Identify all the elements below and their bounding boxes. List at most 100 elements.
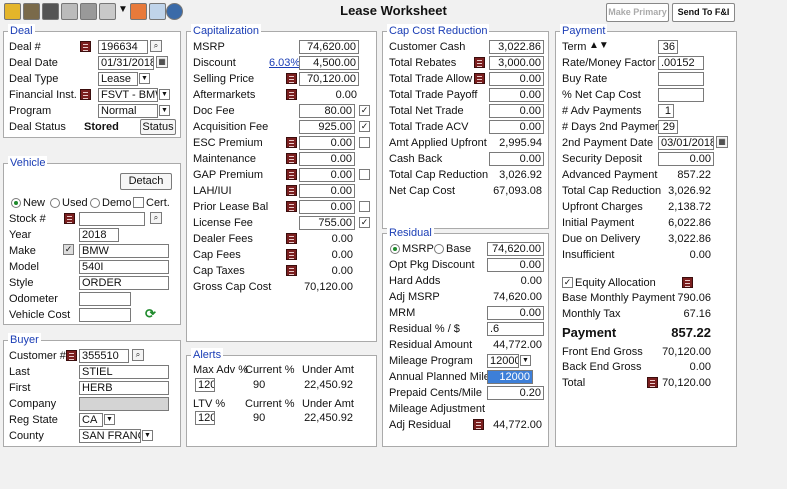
- calculator-icon[interactable]: [474, 57, 485, 68]
- trade-acv-field[interactable]: 0.00: [489, 120, 544, 134]
- calculator-icon[interactable]: [682, 277, 693, 288]
- selling-price-field[interactable]: 70,120.00: [299, 72, 359, 86]
- residual-base-field[interactable]: 74,620.00: [487, 242, 544, 256]
- make-primary-button[interactable]: Make Primary: [606, 3, 669, 22]
- county-select[interactable]: SAN FRANCI: [79, 429, 141, 443]
- license-fee-checkbox[interactable]: ✓: [359, 217, 370, 228]
- customer-cash-field[interactable]: 3,022.86: [489, 40, 544, 54]
- license-fee-field[interactable]: 755.00: [299, 216, 355, 230]
- make-checkbox[interactable]: ✓: [63, 244, 74, 255]
- trade-payoff-field[interactable]: 0.00: [489, 88, 544, 102]
- net-trade-field[interactable]: 0.00: [489, 104, 544, 118]
- chevron-down-icon[interactable]: ▼: [142, 430, 153, 441]
- discount-field[interactable]: 4,500.00: [299, 56, 359, 70]
- detach-button[interactable]: Detach: [120, 173, 172, 190]
- total-rebates-field[interactable]: 3,000.00: [489, 56, 544, 70]
- calculator-icon[interactable]: [286, 249, 297, 260]
- term-field[interactable]: 36: [658, 40, 678, 54]
- new-radio[interactable]: [11, 198, 21, 208]
- fin-inst-select[interactable]: FSVT - BMW: [98, 88, 158, 102]
- 2nd-payment-date-field[interactable]: 03/01/2018: [658, 136, 714, 150]
- demo-radio[interactable]: [90, 198, 100, 208]
- acquisition-fee-field[interactable]: 925.00: [299, 120, 355, 134]
- gap-premium-field[interactable]: 0.00: [299, 168, 355, 182]
- buy-rate-field[interactable]: [658, 72, 704, 86]
- send-to-fi-button[interactable]: Send To F&I: [672, 3, 735, 22]
- calculator-icon[interactable]: [286, 265, 297, 276]
- prior-lease-checkbox[interactable]: [359, 201, 370, 212]
- ltv-max-field[interactable]: 120: [195, 411, 215, 425]
- chevron-down-icon[interactable]: ▼: [104, 414, 115, 425]
- status-button[interactable]: Status: [140, 119, 176, 135]
- deal-date-field[interactable]: 01/31/2018: [98, 56, 154, 70]
- gap-checkbox[interactable]: [359, 169, 370, 180]
- cert-checkbox[interactable]: [133, 197, 144, 208]
- reg-state-select[interactable]: CA: [79, 413, 103, 427]
- annual-miles-field[interactable]: 12000: [487, 370, 533, 384]
- msrp-field[interactable]: 74,620.00: [299, 40, 359, 54]
- company-field[interactable]: [79, 397, 169, 411]
- mileage-program-select[interactable]: 12000: [487, 354, 519, 368]
- base-radio[interactable]: [434, 244, 444, 254]
- esc-premium-field[interactable]: 0.00: [299, 136, 355, 150]
- chevron-down-icon[interactable]: ▼: [520, 355, 531, 366]
- calculator-icon[interactable]: [80, 89, 91, 100]
- pct-net-cap-field[interactable]: [658, 88, 704, 102]
- first-field[interactable]: HERB: [79, 381, 169, 395]
- calculator-icon[interactable]: [286, 137, 297, 148]
- calculator-icon[interactable]: [286, 233, 297, 244]
- calculator-icon[interactable]: [286, 201, 297, 212]
- residual-pct-field[interactable]: .6: [487, 322, 544, 336]
- doc-fee-checkbox[interactable]: ✓: [359, 105, 370, 116]
- calculator-icon[interactable]: [286, 89, 297, 100]
- maintenance-field[interactable]: 0.00: [299, 152, 355, 166]
- calculator-icon[interactable]: [64, 213, 75, 224]
- adv-payments-field[interactable]: 1: [658, 104, 674, 118]
- refresh-icon[interactable]: ⟳: [145, 306, 156, 322]
- trade-allow-field[interactable]: 0.00: [489, 72, 544, 86]
- doc-fee-field[interactable]: 80.00: [299, 104, 355, 118]
- calendar-icon[interactable]: ▦: [156, 56, 168, 68]
- year-field[interactable]: 2018: [79, 228, 119, 242]
- program-select[interactable]: Normal: [98, 104, 158, 118]
- esc-checkbox[interactable]: [359, 137, 370, 148]
- calendar-icon[interactable]: ▦: [716, 136, 728, 148]
- model-field[interactable]: 540I: [79, 260, 169, 274]
- chevron-down-icon[interactable]: ▼: [159, 89, 170, 100]
- calculator-icon[interactable]: [286, 169, 297, 180]
- calculator-icon[interactable]: [286, 73, 297, 84]
- calculator-icon[interactable]: [474, 73, 485, 84]
- prior-lease-bal-field[interactable]: 0.00: [299, 200, 355, 214]
- calculator-icon[interactable]: [286, 185, 297, 196]
- money-factor-field[interactable]: .00152: [658, 56, 704, 70]
- deal-type-select[interactable]: Lease: [98, 72, 138, 86]
- prepaid-cents-field[interactable]: 0.20: [487, 386, 544, 400]
- discount-pct-link[interactable]: 6.03%: [269, 56, 300, 70]
- calculator-icon[interactable]: [80, 41, 91, 52]
- mrm-field[interactable]: 0.00: [487, 306, 544, 320]
- max-adv-field[interactable]: 120: [195, 378, 215, 392]
- equity-allocation-checkbox[interactable]: ✓: [562, 277, 573, 288]
- used-radio[interactable]: [50, 198, 60, 208]
- stock-field[interactable]: [79, 212, 145, 226]
- odometer-field[interactable]: [79, 292, 131, 306]
- customer-field[interactable]: 355510: [79, 349, 129, 363]
- security-deposit-field[interactable]: 0.00: [658, 152, 714, 166]
- chevron-down-icon[interactable]: ▼: [139, 73, 150, 84]
- chevron-down-icon[interactable]: ▼: [159, 105, 170, 116]
- lah-iui-field[interactable]: 0.00: [299, 184, 355, 198]
- days-2nd-payment-field[interactable]: 29: [658, 120, 678, 134]
- vehicle-cost-field[interactable]: [79, 308, 131, 322]
- calculator-icon[interactable]: [473, 419, 484, 430]
- search-icon[interactable]: ⌕: [150, 40, 162, 52]
- sort-arrows-icon[interactable]: ▲▼: [589, 39, 609, 53]
- calculator-icon[interactable]: [647, 377, 658, 388]
- deal-no-field[interactable]: 196634: [98, 40, 148, 54]
- cash-back-field[interactable]: 0.00: [489, 152, 544, 166]
- opt-pkg-field[interactable]: 0.00: [487, 258, 544, 272]
- msrp-radio[interactable]: [390, 244, 400, 254]
- last-field[interactable]: STIEL: [79, 365, 169, 379]
- style-field[interactable]: ORDER: [79, 276, 169, 290]
- make-field[interactable]: BMW: [79, 244, 169, 258]
- calculator-icon[interactable]: [66, 350, 77, 361]
